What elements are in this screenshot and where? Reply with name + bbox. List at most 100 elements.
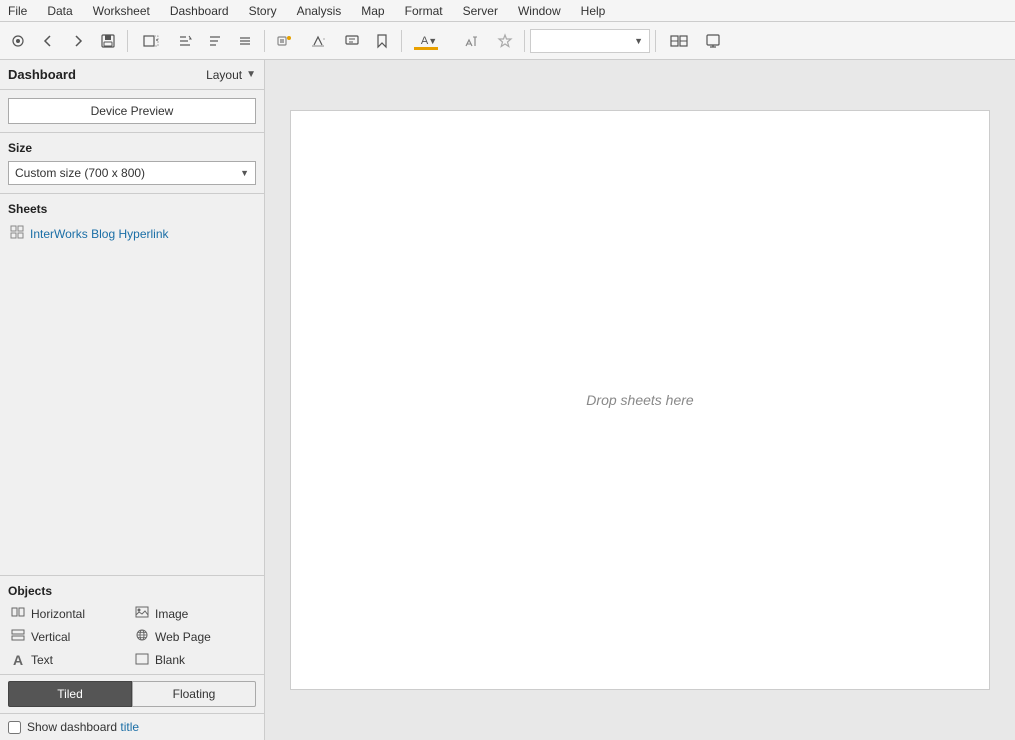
device-preview-section: Device Preview [0, 90, 264, 133]
object-vertical[interactable]: Vertical [8, 627, 132, 646]
web-page-label: Web Page [155, 630, 211, 644]
tooltip-button[interactable] [338, 27, 366, 55]
font-dropdown-arrow: ▼ [634, 36, 643, 46]
tiled-button[interactable]: Tiled [8, 681, 132, 707]
menu-map[interactable]: Map [357, 4, 388, 18]
menu-dashboard[interactable]: Dashboard [166, 4, 233, 18]
format-button[interactable] [453, 27, 489, 55]
object-web-page[interactable]: Web Page [132, 627, 256, 646]
color-button[interactable]: A ▼ [407, 27, 451, 55]
font-value [537, 35, 634, 47]
standard-view-icon [669, 33, 689, 49]
dashboard-title-section: Show dashboard title [0, 714, 264, 740]
labels-button[interactable] [270, 27, 298, 55]
sort-asc-icon [177, 33, 193, 49]
show-dashboard-title-checkbox[interactable] [8, 721, 21, 734]
star-button[interactable] [491, 27, 519, 55]
objects-label: Objects [8, 584, 256, 598]
canvas-area: Drop sheets here [265, 60, 1015, 740]
size-dropdown[interactable]: Custom size (700 x 800) ▼ [8, 161, 256, 185]
dashboard-label: Dashboard [8, 67, 76, 82]
show-dashboard-title-label: Show dashboard title [27, 720, 139, 734]
save-button[interactable] [94, 27, 122, 55]
annotations-button[interactable] [300, 27, 336, 55]
sheet-item[interactable]: InterWorks Blog Hyperlink [8, 222, 256, 245]
format-icon [462, 33, 480, 49]
size-value: Custom size (700 x 800) [15, 166, 145, 180]
toolbar-sep-2 [264, 30, 265, 52]
main-layout: Dashboard Layout ▼ Device Preview Size C… [0, 60, 1015, 740]
sort-desc-icon [207, 33, 223, 49]
home-button[interactable] [4, 27, 32, 55]
sheets-section: Sheets InterWorks Blog Hyperlink [0, 194, 264, 576]
canvas-inner[interactable]: Drop sheets here [290, 110, 990, 690]
object-text[interactable]: A Text [8, 650, 132, 670]
toolbar-sep-4 [524, 30, 525, 52]
size-label: Size [8, 141, 256, 155]
bookmark-button[interactable] [368, 27, 396, 55]
blank-icon [134, 653, 150, 668]
annotations-icon [309, 33, 327, 49]
tiled-floating-section: Tiled Floating [0, 675, 264, 714]
select-tool-button[interactable] [133, 27, 169, 55]
objects-section: Objects Horizontal [0, 576, 264, 675]
menu-window[interactable]: Window [514, 4, 565, 18]
sort-asc-button[interactable] [171, 27, 199, 55]
objects-grid: Horizontal Image [8, 604, 256, 670]
tooltip-icon [344, 33, 360, 49]
object-image[interactable]: Image [132, 604, 256, 623]
object-horizontal[interactable]: Horizontal [8, 604, 132, 623]
text-icon: A [10, 652, 26, 668]
text-label: Text [31, 653, 53, 667]
size-dropdown-arrow: ▼ [240, 168, 249, 178]
menu-server[interactable]: Server [459, 4, 502, 18]
blank-label: Blank [155, 653, 185, 667]
object-blank[interactable]: Blank [132, 650, 256, 670]
labels-icon [276, 33, 292, 49]
save-icon [100, 33, 116, 49]
menu-bar: File Data Worksheet Dashboard Story Anal… [0, 0, 1015, 22]
home-icon [10, 33, 26, 49]
vertical-icon [10, 629, 26, 644]
star-icon [497, 33, 513, 49]
forward-icon [70, 33, 86, 49]
select-icon [142, 33, 160, 49]
layout-dropdown[interactable]: Layout ▼ [206, 68, 256, 82]
sheet-icon [10, 225, 24, 242]
menu-analysis[interactable]: Analysis [293, 4, 346, 18]
presentation-view-icon [705, 33, 721, 49]
layout-dropdown-arrow: ▼ [246, 69, 256, 80]
sort-manual-icon [237, 33, 253, 49]
sort-manual-button[interactable] [231, 27, 259, 55]
menu-worksheet[interactable]: Worksheet [89, 4, 154, 18]
sidebar: Dashboard Layout ▼ Device Preview Size C… [0, 60, 265, 740]
toolbar-sep-1 [127, 30, 128, 52]
menu-data[interactable]: Data [43, 4, 76, 18]
sort-desc-button[interactable] [201, 27, 229, 55]
menu-format[interactable]: Format [401, 4, 447, 18]
tiled-floating-buttons: Tiled Floating [8, 681, 256, 707]
bookmark-icon [374, 33, 390, 49]
sheets-label: Sheets [8, 202, 256, 216]
drop-hint: Drop sheets here [586, 392, 693, 408]
menu-file[interactable]: File [4, 4, 31, 18]
back-icon [40, 33, 56, 49]
menu-help[interactable]: Help [577, 4, 610, 18]
horizontal-label: Horizontal [31, 607, 85, 621]
font-dropdown[interactable]: ▼ [530, 29, 650, 53]
web-page-icon [134, 629, 150, 644]
layout-label: Layout [206, 68, 242, 82]
device-preview-button[interactable]: Device Preview [8, 98, 256, 124]
presentation-view-button[interactable] [699, 27, 727, 55]
image-label: Image [155, 607, 188, 621]
dashboard-title-blue-text: title [120, 720, 139, 734]
vertical-label: Vertical [31, 630, 70, 644]
floating-button[interactable]: Floating [132, 681, 256, 707]
sheet-name: InterWorks Blog Hyperlink [30, 227, 169, 241]
standard-view-button[interactable] [661, 27, 697, 55]
forward-button[interactable] [64, 27, 92, 55]
sheet-grid-icon [10, 225, 24, 239]
toolbar-sep-3 [401, 30, 402, 52]
back-button[interactable] [34, 27, 62, 55]
menu-story[interactable]: Story [245, 4, 281, 18]
